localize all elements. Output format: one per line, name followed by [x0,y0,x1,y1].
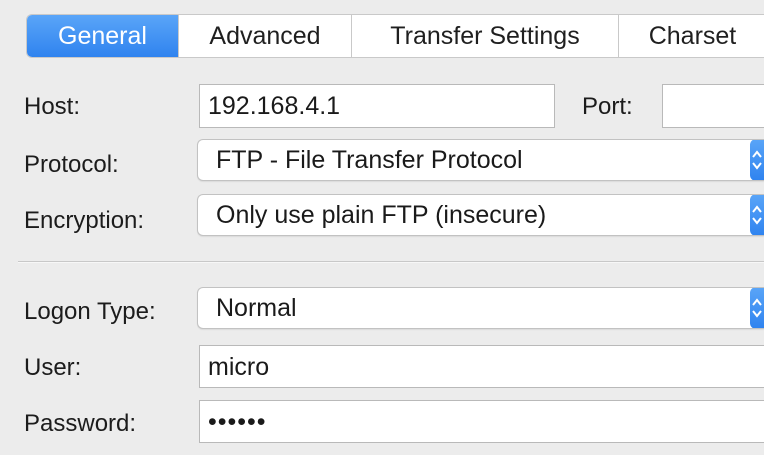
user-input[interactable]: micro [199,345,764,388]
user-label: User: [24,354,82,381]
host-label: Host: [24,93,81,120]
protocol-label: Protocol: [24,151,119,178]
logon-type-label: Logon Type: [24,298,156,325]
tab-charset[interactable]: Charset [618,15,764,57]
chevron-up-down-icon [750,288,764,328]
password-input[interactable]: •••••• [199,400,764,443]
encryption-select-value: Only use plain FTP (insecure) [216,201,547,229]
encryption-label: Encryption: [24,207,145,234]
chevron-up-down-icon [750,140,764,180]
tab-advanced[interactable]: Advanced [178,15,351,57]
port-input[interactable] [662,84,764,128]
logon-type-select[interactable]: Normal [197,287,764,329]
host-input[interactable]: 192.168.4.1 [199,84,555,128]
protocol-select-value: FTP - File Transfer Protocol [216,146,523,174]
section-divider-highlight [18,262,764,263]
chevron-up-down-icon [750,195,764,235]
tab-general[interactable]: General [27,15,178,57]
logon-type-select-value: Normal [216,294,297,322]
encryption-select[interactable]: Only use plain FTP (insecure) [197,194,764,236]
site-settings-panel: General Advanced Transfer Settings Chars… [0,0,764,455]
tab-transfer-settings[interactable]: Transfer Settings [351,15,618,57]
tab-bar: General Advanced Transfer Settings Chars… [26,14,764,58]
password-label: Password: [24,410,137,437]
port-label: Port: [582,93,633,120]
protocol-select[interactable]: FTP - File Transfer Protocol [197,139,764,181]
